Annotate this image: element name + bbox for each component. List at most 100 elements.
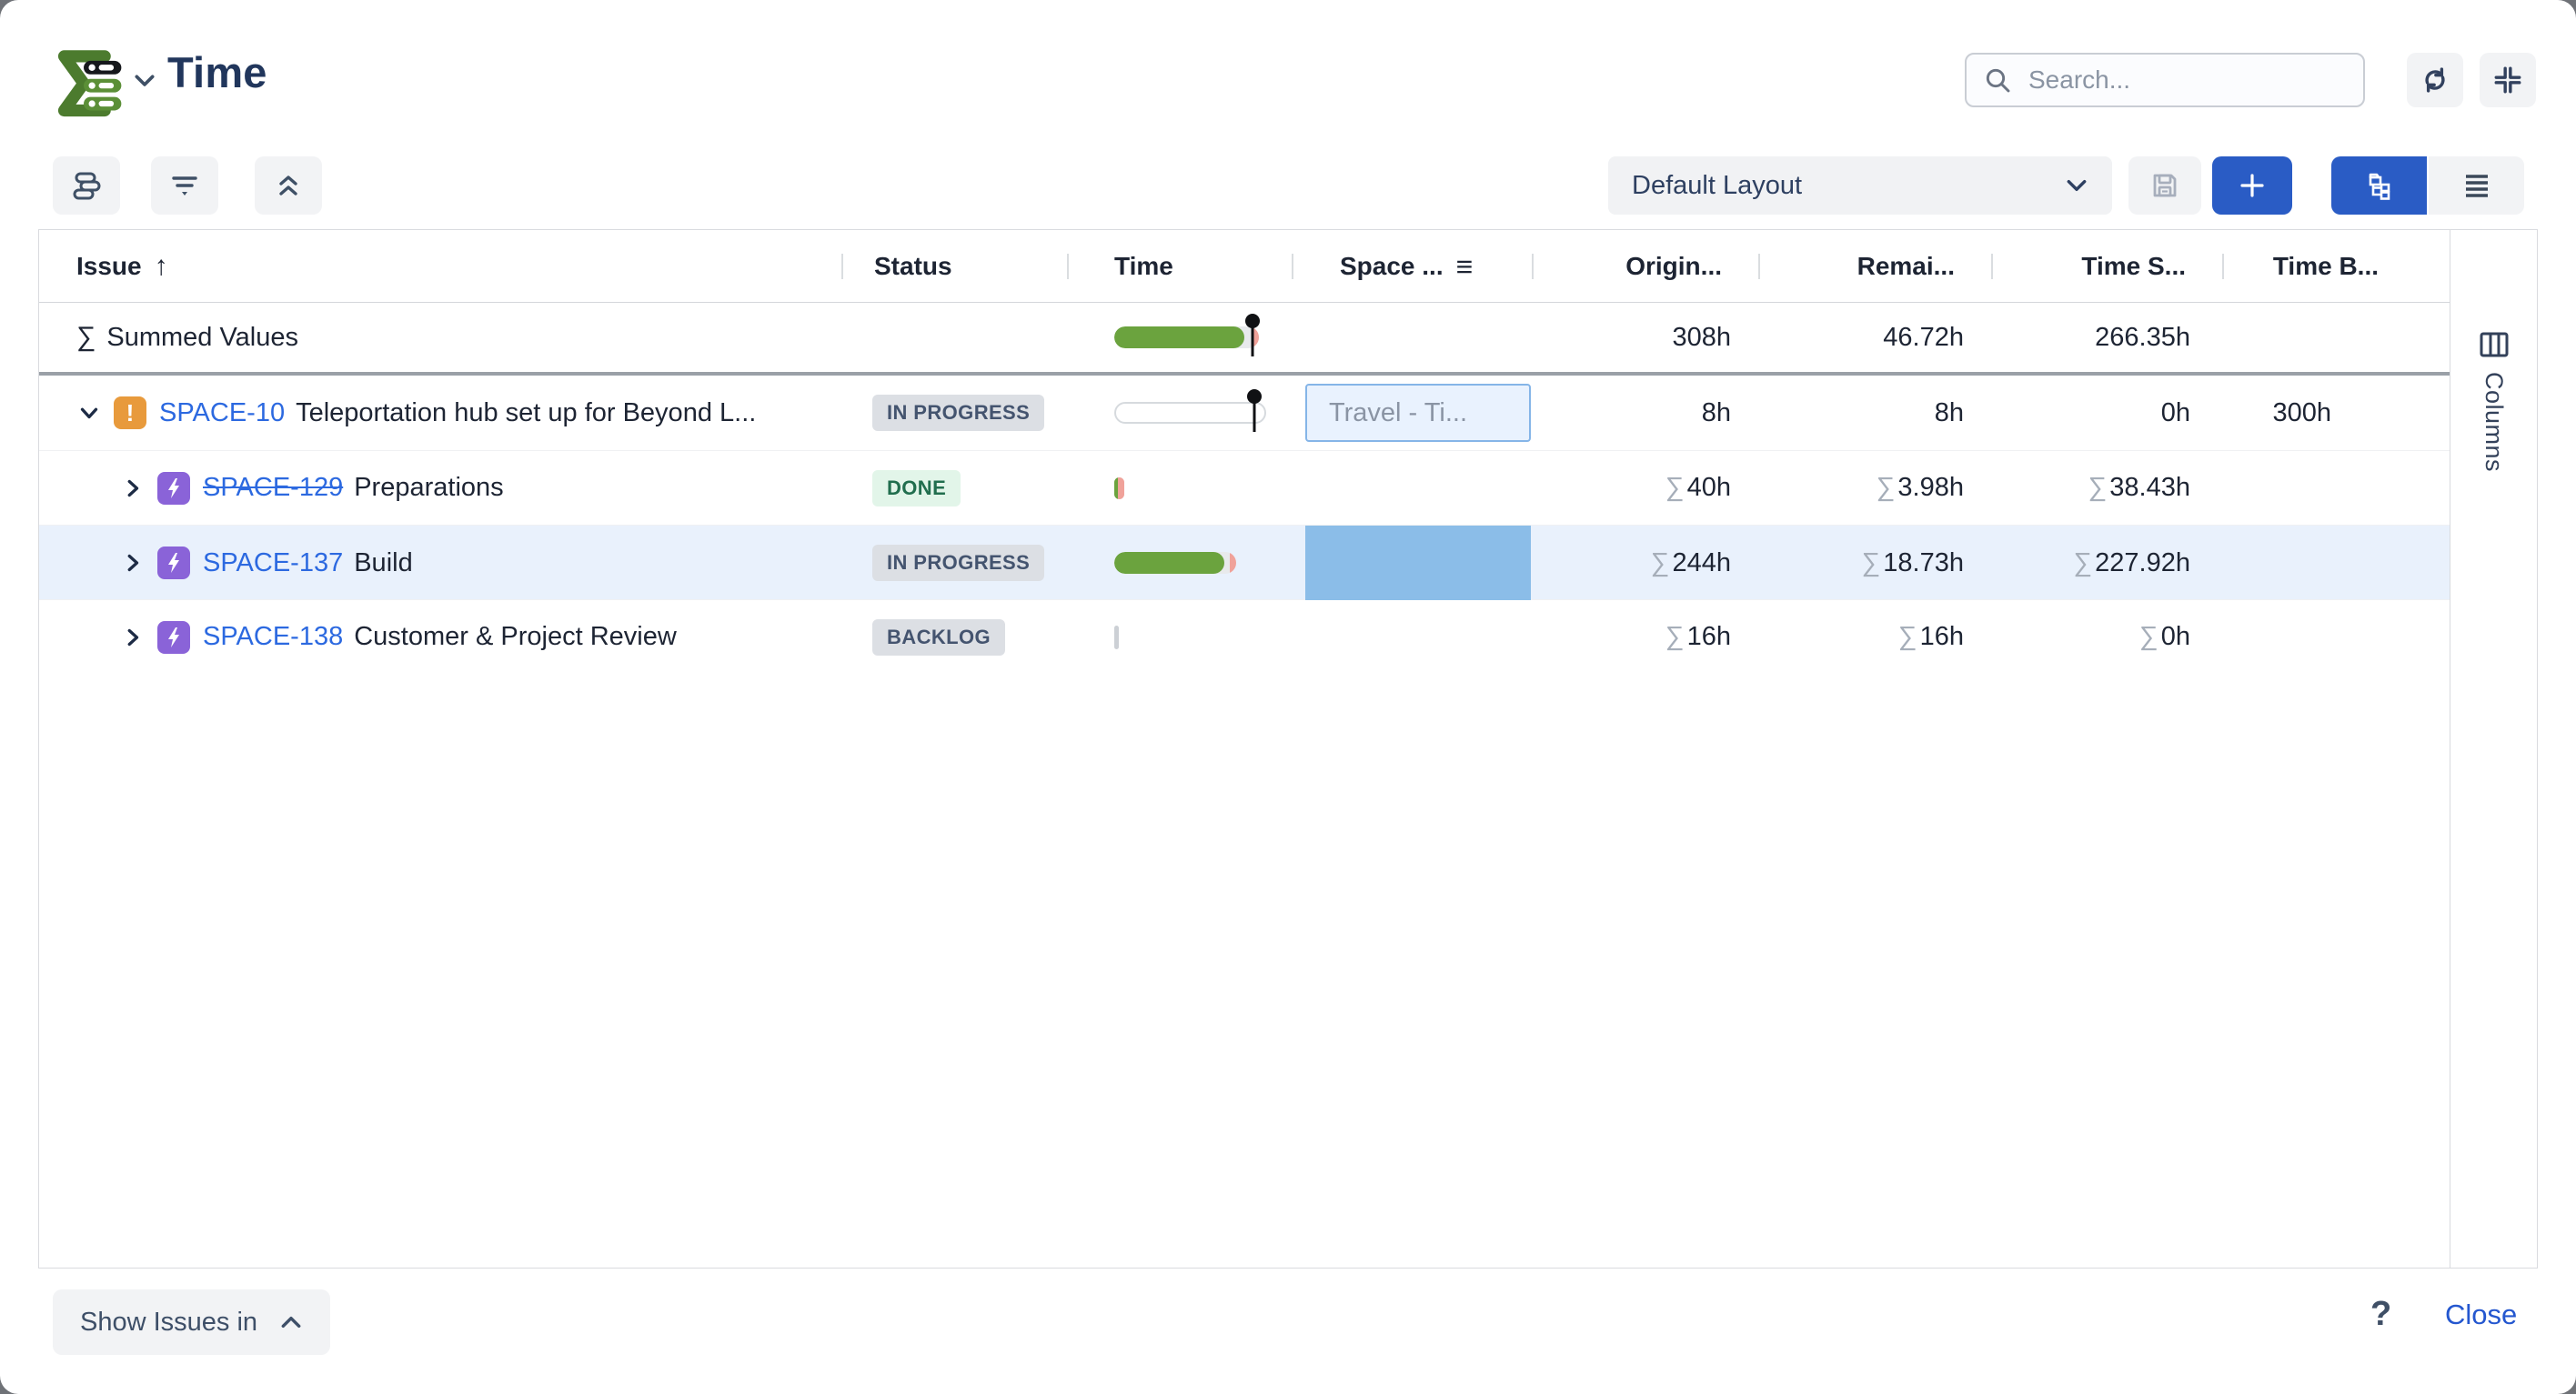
issue-key-link[interactable]: SPACE-129: [203, 473, 343, 503]
column-menu-icon[interactable]: ≡: [1456, 250, 1474, 284]
time-progress-cell: [1067, 451, 1292, 525]
space-field-input[interactable]: Travel - Ti...: [1305, 384, 1531, 442]
sum-sigma-prefix: ∑: [1862, 548, 1881, 578]
show-issues-in-button[interactable]: Show Issues in: [53, 1289, 330, 1355]
status-badge: IN PROGRESS: [872, 545, 1044, 581]
time-spent-cell: ∑0h: [1991, 600, 2222, 674]
issue-type-icon: !: [114, 396, 146, 429]
issue-key-link[interactable]: SPACE-137: [203, 548, 343, 578]
remaining-estimate-cell: ∑18.73h: [1758, 526, 1991, 600]
time-progress-bar: [1114, 389, 1266, 436]
chevron-down-icon[interactable]: [133, 73, 156, 91]
table-row[interactable]: SPACE-137 Build IN PROGRESS ∑244h ∑18.73…: [39, 525, 2450, 599]
table-row[interactable]: ! SPACE-10 Teleportation hub set up for …: [39, 376, 2450, 450]
expand-chevron-icon[interactable]: [119, 549, 146, 577]
status-cell: IN PROGRESS: [841, 376, 1067, 450]
group-icon: [70, 169, 103, 202]
sum-sigma-prefix: ∑: [1665, 622, 1685, 652]
sigma-icon: ∑: [76, 322, 96, 353]
remaining-estimate-cell: 8h: [1758, 376, 1991, 450]
column-header-issue[interactable]: Issue↑: [39, 230, 841, 303]
summed-timespent-cell: 266.35h: [1991, 303, 2222, 372]
collapse-corners-icon: [2492, 65, 2523, 95]
double-chevron-up-icon: [272, 169, 305, 202]
table-row[interactable]: SPACE-129 Preparations DONE ∑40h ∑3.98h …: [39, 450, 2450, 525]
summed-remaining-cell: 46.72h: [1758, 303, 1991, 372]
time-b-cell: [2222, 451, 2450, 525]
remaining-estimate-cell: ∑3.98h: [1758, 451, 1991, 525]
column-header-time[interactable]: Time: [1067, 230, 1292, 303]
columns-panel-label: Columns: [2480, 372, 2508, 472]
collapse-all-button[interactable]: [255, 156, 322, 215]
search-input[interactable]: [1965, 53, 2365, 107]
space-cell[interactable]: [1292, 600, 1532, 674]
table-row[interactable]: SPACE-138 Customer & Project Review BACK…: [39, 599, 2450, 674]
summed-timeb-cell: [2222, 303, 2450, 372]
issue-cell: SPACE-137 Build: [39, 526, 841, 600]
hierarchy-icon: [2363, 169, 2396, 202]
table-header-row: Issue↑StatusTimeSpace ...≡Origin...Remai…: [39, 230, 2450, 303]
time-progress-cell: [1067, 376, 1292, 450]
save-layout-button[interactable]: [2128, 156, 2201, 215]
time-spent-cell: ∑227.92h: [1991, 526, 2222, 600]
group-by-button[interactable]: [53, 156, 120, 215]
collapse-chevron-icon[interactable]: [75, 399, 103, 426]
list-view-toggle[interactable]: [2429, 156, 2524, 215]
structure-logo-icon[interactable]: [49, 47, 127, 118]
close-link[interactable]: Close: [2445, 1299, 2517, 1331]
issue-type-icon: [157, 621, 190, 654]
expand-chevron-icon[interactable]: [119, 475, 146, 502]
status-badge: BACKLOG: [872, 619, 1005, 656]
time-b-cell: 300h: [2222, 376, 2450, 450]
filter-button[interactable]: [151, 156, 218, 215]
issue-type-icon: [157, 547, 190, 579]
chevron-up-icon: [279, 1314, 303, 1330]
column-header-space[interactable]: Space ...≡: [1292, 230, 1532, 303]
column-header-timeb[interactable]: Time B...: [2222, 230, 2450, 303]
column-header-remaining[interactable]: Remai...: [1758, 230, 1991, 303]
time-spent-cell: 0h: [1991, 376, 2222, 450]
tree-view-toggle[interactable]: [2331, 156, 2427, 215]
column-header-original[interactable]: Origin...: [1532, 230, 1758, 303]
column-header-status[interactable]: Status: [841, 230, 1067, 303]
time-progress-cell: [1067, 526, 1292, 600]
column-header-timespent[interactable]: Time S...: [1991, 230, 2222, 303]
space-cell[interactable]: [1292, 526, 1532, 600]
columns-panel-toggle[interactable]: Columns: [2450, 230, 2537, 1268]
hamburger-icon: [2460, 169, 2493, 202]
save-icon: [2148, 169, 2181, 202]
space-cell[interactable]: Travel - Ti...: [1292, 376, 1532, 450]
time-b-cell: [2222, 600, 2450, 674]
issue-table: Issue↑StatusTimeSpace ...≡Origin...Remai…: [38, 229, 2538, 1269]
issue-cell: SPACE-129 Preparations: [39, 451, 841, 525]
issue-key-link[interactable]: SPACE-10: [159, 398, 285, 428]
time-progress-bar: [1114, 539, 1236, 587]
refresh-icon: [2420, 65, 2450, 95]
original-estimate-cell: 8h: [1532, 376, 1758, 450]
status-cell: IN PROGRESS: [841, 526, 1067, 600]
refresh-button[interactable]: [2407, 53, 2463, 107]
issue-summary: Customer & Project Review: [354, 622, 677, 652]
layout-selector[interactable]: Default Layout: [1608, 156, 2112, 215]
issue-type-icon: [157, 472, 190, 505]
pin-marker-icon: [1246, 386, 1263, 437]
expand-chevron-icon[interactable]: [119, 624, 146, 651]
help-icon[interactable]: ?: [2370, 1295, 2391, 1334]
status-badge: IN PROGRESS: [872, 395, 1044, 431]
space-cell[interactable]: [1292, 451, 1532, 525]
original-estimate-cell: ∑16h: [1532, 600, 1758, 674]
issue-summary: Preparations: [354, 473, 503, 503]
sum-sigma-prefix: ∑: [1665, 473, 1685, 503]
sum-sigma-prefix: ∑: [2139, 622, 2158, 652]
selected-cell-highlight[interactable]: [1305, 526, 1531, 600]
exit-fullscreen-button[interactable]: [2480, 53, 2536, 107]
columns-icon: [2480, 332, 2509, 357]
issue-key-link[interactable]: SPACE-138: [203, 622, 343, 652]
search-field[interactable]: [2027, 65, 2347, 95]
time-tracking-window: Time: [0, 0, 2576, 1394]
summed-values-label: ∑ Summed Values: [39, 303, 841, 372]
time-spent-cell: ∑38.43h: [1991, 451, 2222, 525]
sum-sigma-prefix: ∑: [1651, 548, 1670, 578]
add-button[interactable]: [2212, 156, 2292, 215]
sort-asc-icon: ↑: [155, 251, 168, 282]
